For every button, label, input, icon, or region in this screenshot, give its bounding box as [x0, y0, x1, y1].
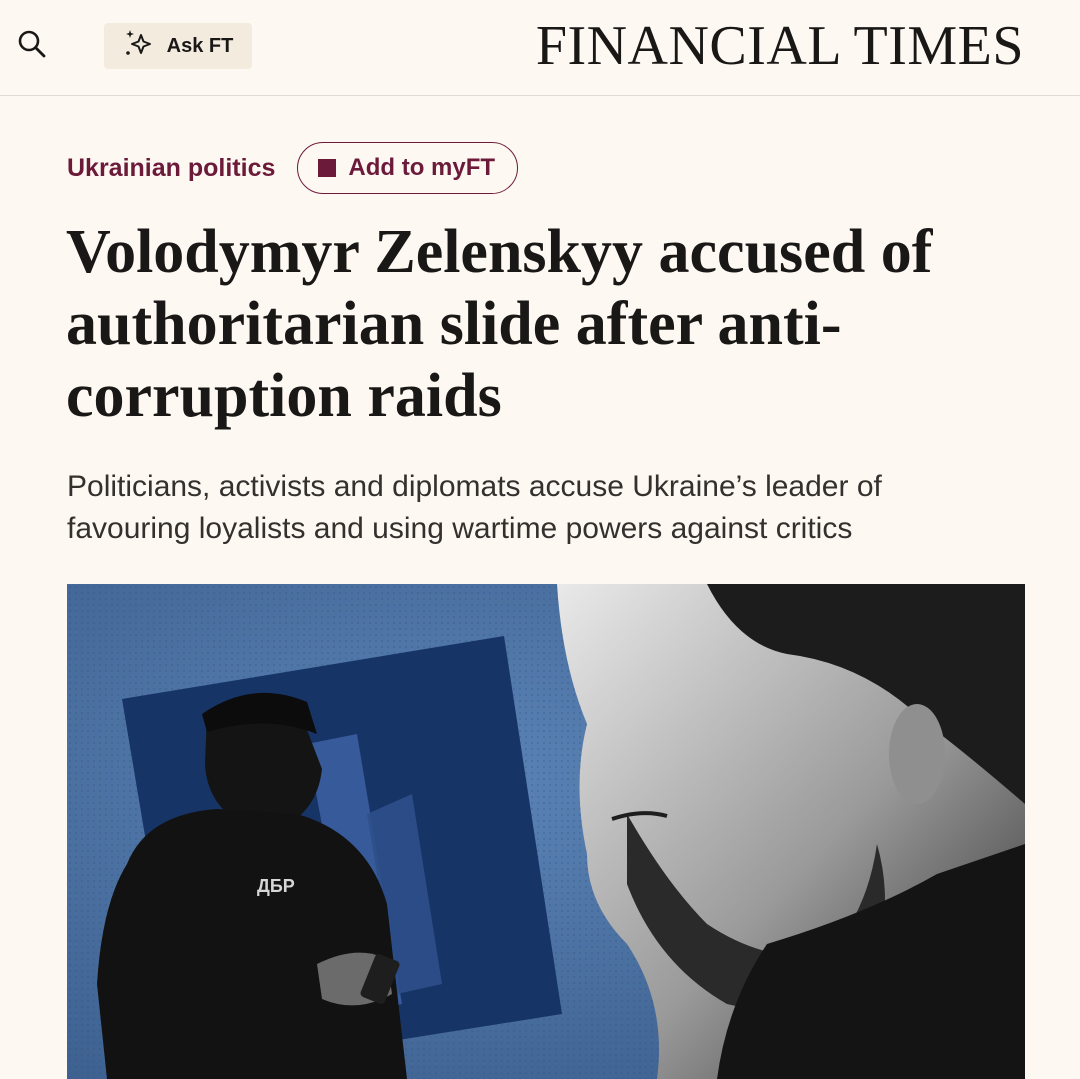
ask-ft-button[interactable]: Ask FT — [104, 23, 252, 69]
article-headline: Volodymyr Zelenskyy accused of authorita… — [66, 218, 933, 430]
article-meta-row: Ukrainian politics Add to myFT — [67, 142, 519, 194]
hero-image: ДБР — [67, 584, 1025, 1079]
sparkle-icon — [123, 27, 157, 65]
add-to-myft-button[interactable]: Add to myFT — [297, 142, 519, 194]
myft-square-icon — [318, 159, 337, 177]
article-standfirst: Politicians, activists and diplomats acc… — [67, 470, 882, 545]
topic-link[interactable]: Ukrainian politics — [67, 154, 275, 183]
site-header: Ask FT FINANCIAL TIMES — [0, 0, 1080, 96]
ask-ft-label: Ask FT — [166, 34, 234, 57]
masthead-logo[interactable]: FINANCIAL TIMES — [536, 14, 1024, 78]
add-to-myft-label: Add to myFT — [348, 154, 496, 181]
search-button[interactable] — [14, 28, 50, 64]
search-icon — [17, 29, 47, 64]
vest-text: ДБР — [257, 876, 295, 896]
